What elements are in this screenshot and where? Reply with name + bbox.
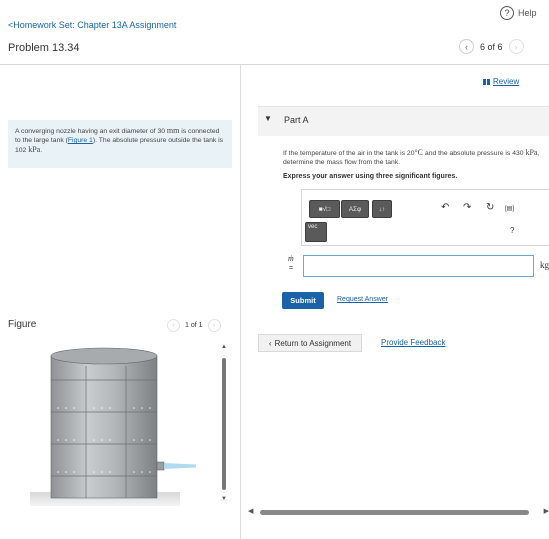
collapse-caret-icon[interactable]: ▼: [264, 114, 272, 123]
book-icon: [483, 78, 490, 85]
answer-instruction: Express your answer using three signific…: [283, 173, 458, 180]
next-figure-button[interactable]: ›: [207, 319, 221, 332]
answer-variable: ṁ: [288, 254, 294, 263]
horizontal-scroll-thumb[interactable]: [260, 510, 529, 515]
chevron-left-icon: ‹: [268, 338, 272, 348]
submit-button[interactable]: Submit: [282, 292, 324, 309]
problem-pager: ‹ 6 of 6 ›: [459, 39, 524, 54]
greek-symbols-button[interactable]: ΑΣφ: [341, 200, 369, 218]
prev-figure-button[interactable]: ‹: [167, 319, 180, 332]
unit-mm: mm: [166, 126, 180, 135]
pane-divider[interactable]: [240, 65, 241, 539]
figure-scroll-thumb[interactable]: [222, 358, 226, 490]
figure-heading: Figure: [8, 319, 37, 330]
reset-icon[interactable]: ↻: [486, 202, 494, 213]
figure-pager: ‹ 1 of 1 ›: [167, 319, 221, 332]
page-title: Problem 13.34: [8, 42, 80, 54]
return-label: Return to Assignment: [274, 338, 352, 348]
help-label: Help: [518, 8, 537, 18]
tank-body: [50, 355, 158, 499]
scroll-up-arrow-icon[interactable]: ▲: [221, 344, 227, 350]
request-answer-link[interactable]: Request Answer: [337, 296, 388, 303]
review-label: Review: [493, 77, 520, 86]
redo-icon[interactable]: ↷: [463, 202, 471, 213]
scroll-down-arrow-icon[interactable]: ▼: [221, 496, 227, 502]
scroll-right-arrow-icon[interactable]: ▶: [544, 507, 549, 515]
problem-text: .: [40, 147, 43, 154]
header-divider: [0, 64, 549, 65]
return-to-assignment-button[interactable]: ‹ Return to Assignment: [258, 334, 362, 352]
next-problem-button[interactable]: ›: [508, 39, 524, 54]
templates-button[interactable]: ■√□: [309, 200, 340, 218]
review-link[interactable]: Review: [483, 77, 519, 86]
vector-button[interactable]: vec: [305, 222, 327, 242]
help-circle-icon: ?: [500, 6, 514, 20]
problem-pager-text: 6 of 6: [480, 41, 503, 52]
unit-kpa: kPa: [28, 145, 41, 154]
help-button[interactable]: ? Help: [500, 6, 537, 20]
equals-sign: =: [289, 265, 294, 272]
tank-top: [50, 347, 158, 365]
breadcrumb-homework-set[interactable]: <Homework Set: Chapter 13A Assignment: [8, 20, 176, 30]
prev-problem-button[interactable]: ‹: [459, 39, 474, 54]
editor-help-icon[interactable]: ?: [510, 226, 514, 235]
nozzle: [156, 461, 165, 471]
question-fragment: If the temperature of the air in the tan…: [283, 150, 415, 157]
keyboard-icon[interactable]: [▤]: [505, 205, 514, 212]
question-text: If the temperature of the air in the tan…: [283, 148, 545, 167]
tank-figure: [30, 347, 196, 506]
figure-scrollbar[interactable]: ▲ ▼: [220, 344, 228, 504]
problem-statement: A converging nozzle having an exit diame…: [8, 120, 232, 168]
answer-input[interactable]: [303, 255, 534, 277]
horizontal-scrollbar[interactable]: ◀ ▶: [248, 506, 549, 518]
question-fragment: and the absolute pressure is 430: [423, 150, 526, 157]
unit-kpa: kPa: [525, 148, 538, 157]
part-a-label: Part A: [284, 115, 309, 125]
scroll-left-arrow-icon[interactable]: ◀: [248, 507, 253, 515]
figure-link[interactable]: Figure 1: [68, 137, 93, 144]
undo-icon[interactable]: ↶: [441, 202, 449, 213]
figure-pager-text: 1 of 1: [185, 322, 203, 329]
unit-celsius: °C: [414, 148, 424, 157]
air-jet: [164, 463, 196, 469]
provide-feedback-link[interactable]: Provide Feedback: [381, 338, 445, 347]
problem-text: A converging nozzle having an exit diame…: [15, 128, 167, 135]
subscript-superscript-button[interactable]: ↓↑: [372, 200, 392, 218]
answer-unit: kg: [540, 260, 549, 270]
